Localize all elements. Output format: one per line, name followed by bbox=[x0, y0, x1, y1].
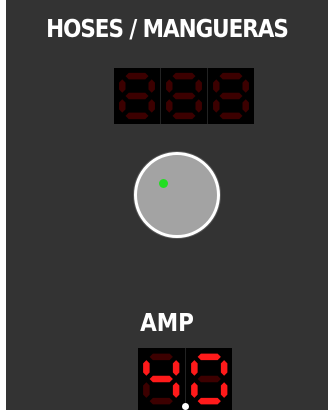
hoses-digit bbox=[161, 68, 208, 124]
hoses-digit bbox=[114, 68, 161, 124]
segment-g bbox=[172, 92, 196, 100]
segment-b bbox=[172, 360, 180, 376]
segment-f bbox=[119, 79, 126, 93]
segment-a bbox=[219, 72, 243, 80]
hoses-counter-display bbox=[114, 68, 254, 124]
segment-e bbox=[213, 99, 220, 113]
segment-g bbox=[219, 92, 243, 100]
segment-e bbox=[143, 382, 150, 398]
amp-display bbox=[138, 348, 232, 410]
segment-f bbox=[190, 360, 198, 376]
segment-c bbox=[148, 99, 155, 113]
segment-c bbox=[195, 99, 202, 113]
segment-e bbox=[166, 99, 173, 113]
segment-c bbox=[242, 99, 249, 113]
segment-b bbox=[220, 360, 227, 376]
segment-d bbox=[172, 112, 196, 120]
segment-d bbox=[197, 397, 221, 405]
segment-a bbox=[125, 72, 149, 80]
segment-a bbox=[172, 72, 196, 80]
amp-digit bbox=[138, 348, 189, 410]
segment-e bbox=[190, 382, 198, 398]
amp-label: AMP bbox=[140, 308, 194, 337]
segment-a bbox=[149, 353, 173, 361]
segment-d bbox=[125, 112, 149, 120]
segment-f bbox=[213, 79, 220, 93]
segment-a bbox=[197, 353, 221, 361]
segment-e bbox=[119, 99, 126, 113]
hoses-title: HOSES / MANGUERAS bbox=[46, 14, 289, 43]
segment-g bbox=[197, 375, 221, 383]
segment-f bbox=[143, 360, 150, 376]
segment-f bbox=[166, 79, 173, 93]
segment-d bbox=[149, 397, 173, 405]
segment-b bbox=[242, 79, 249, 93]
hoses-digit bbox=[208, 68, 254, 124]
segment-g bbox=[125, 92, 149, 100]
segment-c bbox=[172, 382, 180, 398]
segment-b bbox=[148, 79, 155, 93]
segment-d bbox=[219, 112, 243, 120]
control-panel: HOSES / MANGUERAS AMP bbox=[6, 0, 328, 410]
segment-c bbox=[220, 382, 227, 398]
knob-indicator-led bbox=[159, 179, 168, 188]
amp-digit bbox=[186, 348, 233, 410]
segment-g bbox=[149, 375, 173, 383]
hoses-adjust-knob[interactable] bbox=[134, 152, 220, 238]
segment-b bbox=[195, 79, 202, 93]
